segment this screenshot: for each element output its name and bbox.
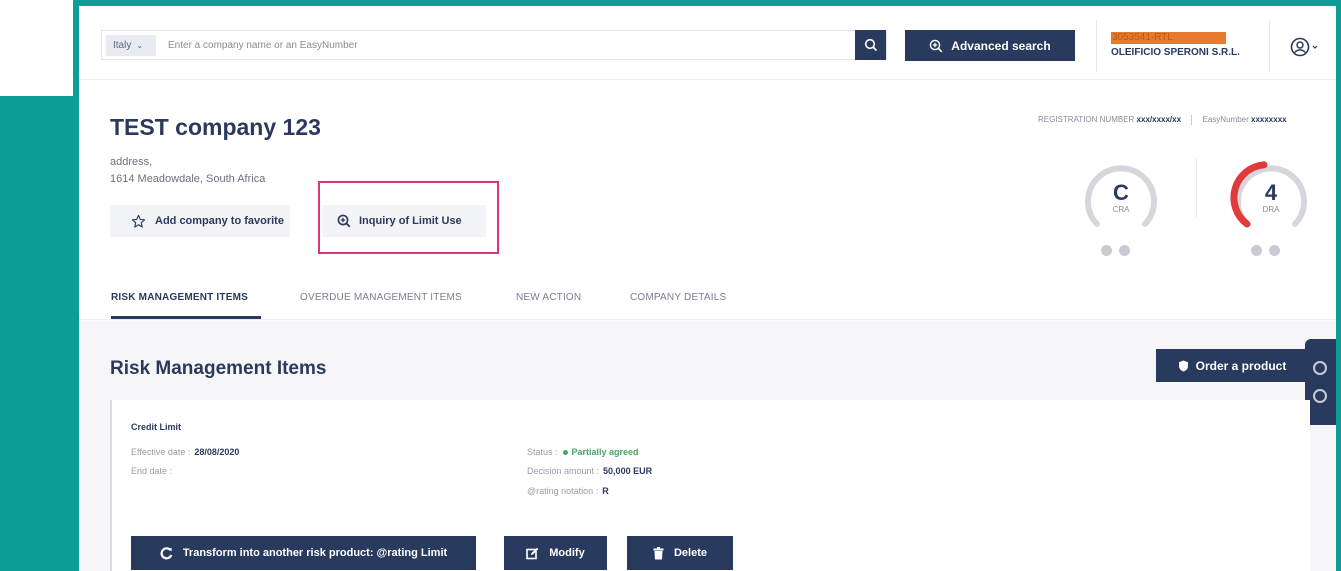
order-product-label: Order a product: [1195, 358, 1287, 373]
rating-notation-label: @rating notation :: [527, 486, 599, 496]
help-icon[interactable]: [1269, 245, 1280, 256]
transform-risk-product-button[interactable]: Transform into another risk product: @ra…: [131, 536, 476, 570]
dra-label: DRA: [1262, 205, 1280, 214]
zoom-in-icon: [337, 214, 351, 228]
effective-date-value: 28/08/2020: [194, 447, 240, 457]
order-product-button[interactable]: Order a product: [1156, 349, 1308, 382]
teal-frame-right: [1336, 0, 1341, 571]
chevron-down-icon: ⌄: [136, 41, 144, 50]
refresh-icon: [160, 546, 173, 559]
active-tab-indicator: [111, 316, 261, 319]
effective-date-label: Effective date :: [131, 447, 191, 457]
status-row: Status : Partially agreed: [527, 447, 639, 457]
cra-actions: [1101, 245, 1130, 256]
cra-grade: C: [1113, 180, 1129, 205]
dra-gauge: 4 DRA: [1226, 152, 1316, 242]
edit-icon: [526, 547, 539, 559]
tab-company-details[interactable]: COMPANY DETAILS: [630, 292, 726, 303]
advanced-search-button[interactable]: Advanced search: [905, 30, 1075, 61]
section-tabs: RISK MANAGEMENT ITEMS OVERDUE MANAGEMENT…: [79, 278, 1336, 320]
dra-actions: [1251, 245, 1280, 256]
risk-management-section: Risk Management Items Order a product Cr…: [79, 321, 1336, 571]
registration-info: REGISTRATION NUMBER xxx/xxxx/xx EasyNumb…: [1038, 115, 1287, 125]
delete-button[interactable]: Delete: [627, 536, 733, 570]
chart-icon[interactable]: [1101, 245, 1112, 256]
tab-new-action[interactable]: NEW ACTION: [516, 292, 581, 303]
add-favorite-button[interactable]: Add company to favorite: [110, 205, 290, 237]
chart-icon[interactable]: [1251, 245, 1262, 256]
card-title: Credit Limit: [131, 422, 182, 432]
divider: [1196, 158, 1197, 218]
decision-amount-value: 50,000 EUR: [603, 466, 653, 476]
divider: [1269, 20, 1270, 72]
country-select[interactable]: Italy ⌄: [106, 35, 156, 56]
company-header: TEST company 123 address, 1614 Meadowdal…: [79, 80, 1336, 278]
rating-notation-row: @rating notation :R: [527, 486, 609, 496]
status-value: Partially agreed: [571, 447, 639, 457]
credit-limit-card: Credit Limit Effective date :28/08/2020 …: [110, 400, 1310, 571]
tab-overdue-management-items[interactable]: OVERDUE MANAGEMENT ITEMS: [300, 292, 462, 303]
add-favorite-label: Add company to favorite: [155, 215, 284, 227]
teal-frame-left: [0, 96, 76, 571]
shield-icon: [1178, 360, 1188, 371]
rating-notation-value: R: [602, 486, 609, 496]
user-circle-icon: [1290, 37, 1318, 57]
user-menu[interactable]: [1290, 37, 1320, 62]
divider: [1191, 115, 1193, 125]
star-icon: [131, 214, 146, 228]
help-icon[interactable]: [1313, 389, 1327, 403]
dra-grade: 4: [1264, 180, 1278, 205]
search-button[interactable]: [855, 30, 886, 60]
company-address-line2: 1614 Meadowdale, South Africa: [110, 173, 266, 185]
easynumber-label: EasyNumber: [1202, 115, 1249, 125]
registration-value: xxx/xxxx/xx: [1136, 115, 1182, 125]
account-name[interactable]: OLEIFICIO SPERONI S.R.L.: [1111, 47, 1240, 58]
decision-amount-label: Decision amount :: [527, 466, 600, 476]
account-code: 3053541-RTL: [1111, 32, 1226, 44]
divider: [1096, 20, 1097, 72]
app-window: Italy ⌄ Advanced search 3053541-RTL OLEIF…: [79, 6, 1336, 571]
search-input[interactable]: [168, 31, 848, 59]
end-date-label: End date :: [131, 466, 173, 476]
cra-gauge: C CRA: [1076, 152, 1166, 242]
transform-risk-product-label: Transform into another risk product: @ra…: [182, 547, 448, 559]
top-header: Italy ⌄ Advanced search 3053541-RTL OLEIF…: [79, 6, 1336, 80]
company-address-line1: address,: [110, 156, 153, 168]
tab-risk-management-items[interactable]: RISK MANAGEMENT ITEMS: [111, 292, 248, 303]
trash-icon: [653, 546, 664, 559]
zoom-in-icon: [929, 39, 943, 52]
advanced-search-label: Advanced search: [951, 38, 1051, 53]
country-select-label: Italy: [113, 40, 132, 51]
section-title: Risk Management Items: [110, 358, 327, 379]
inquiry-limit-use-label: Inquiry of Limit Use: [359, 215, 462, 227]
registration-label: REGISTRATION NUMBER: [1038, 115, 1135, 125]
effective-date-row: Effective date :28/08/2020: [131, 447, 239, 457]
status-dot-icon: [562, 450, 568, 456]
help-icon[interactable]: [1119, 245, 1130, 256]
modify-button[interactable]: Modify: [504, 536, 607, 570]
list-icon[interactable]: [1313, 361, 1327, 375]
delete-label: Delete: [673, 547, 708, 559]
company-title: TEST company 123: [110, 114, 321, 140]
decision-amount-row: Decision amount :50,000 EUR: [527, 466, 652, 476]
inquiry-limit-use-button[interactable]: Inquiry of Limit Use: [322, 205, 486, 237]
search-bar: Italy ⌄: [101, 30, 887, 60]
easynumber-value: xxxxxxxx: [1251, 115, 1287, 125]
search-icon: [864, 38, 877, 52]
modify-label: Modify: [549, 547, 585, 559]
end-date-row: End date :: [131, 466, 172, 476]
cra-label: CRA: [1112, 205, 1130, 214]
status-label: Status :: [527, 447, 558, 457]
